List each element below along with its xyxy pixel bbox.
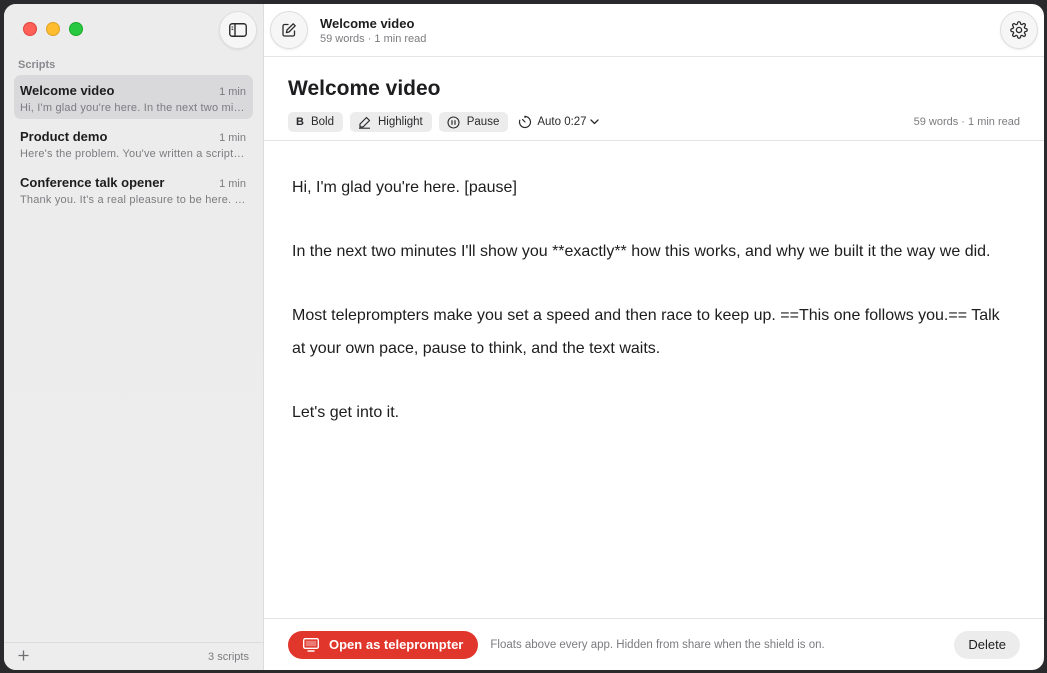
script-duration: 1 min	[219, 132, 246, 144]
format-toolbar: B Bold Highlight Pause Auto 0:27 59 word…	[288, 112, 1020, 132]
bold-icon: B	[296, 116, 304, 128]
sidebar: Scripts Welcome video 1 min Hi, I'm glad…	[4, 4, 264, 670]
highlight-label: Highlight	[377, 116, 423, 128]
script-item-welcome-video[interactable]: Welcome video 1 min Hi, I'm glad you're …	[14, 75, 253, 119]
zoom-window-button[interactable]	[69, 22, 83, 36]
timer-icon	[519, 115, 532, 129]
topbar-subtitle: 59 words · 1 min read	[320, 32, 427, 45]
plus-icon	[18, 650, 29, 660]
window-controls	[23, 22, 83, 36]
close-window-button[interactable]	[23, 22, 37, 36]
footer-bar: Open as teleprompter Floats above every …	[264, 618, 1044, 670]
sidebar-section-label: Scripts	[18, 59, 56, 71]
main-panel: Welcome video 59 words · 1 min read Welc…	[264, 4, 1044, 670]
pause-button[interactable]: Pause	[438, 112, 509, 132]
script-item-product-demo[interactable]: Product demo 1 min Here's the problem. Y…	[14, 121, 253, 165]
compose-icon	[282, 23, 296, 37]
topbar: Welcome video 59 words · 1 min read	[264, 4, 1044, 57]
open-teleprompter-button[interactable]: Open as teleprompter	[288, 630, 479, 659]
sidebar-toggle-button[interactable]	[219, 11, 257, 49]
footer-note: Floats above every app. Hidden from shar…	[490, 638, 825, 651]
script-paragraph: Let's get into it.	[292, 404, 400, 421]
script-preview: Here's the problem. You've written a scr…	[20, 148, 246, 160]
bold-label: Bold	[310, 116, 334, 128]
app-window: Scripts Welcome video 1 min Hi, I'm glad…	[4, 4, 1044, 670]
bold-button[interactable]: B Bold	[288, 112, 343, 132]
script-paragraph: In the next two minutes I'll show you **…	[292, 243, 991, 260]
script-editor[interactable]: Hi, I'm glad you're here. [pause] In the…	[264, 141, 1044, 618]
pause-circle-icon	[447, 115, 460, 129]
settings-button[interactable]	[1000, 11, 1038, 49]
sidebar-toggle-icon	[229, 23, 247, 37]
pause-label: Pause	[466, 116, 500, 128]
script-paragraph: Hi, I'm glad you're here. [pause]	[292, 179, 517, 196]
script-count: 3 scripts	[208, 650, 249, 663]
document-title[interactable]: Welcome video	[288, 77, 1020, 101]
script-preview: Thank you. It's a real pleasure to be he…	[20, 194, 246, 206]
document-header: Welcome video B Bold Highlight Pause Aut…	[264, 57, 1044, 141]
script-title: Product demo	[20, 129, 108, 144]
chevron-down-icon	[589, 119, 599, 125]
sidebar-footer: 3 scripts	[4, 642, 263, 670]
add-script-button[interactable]	[18, 649, 29, 665]
delete-button[interactable]: Delete	[954, 630, 1020, 659]
script-paragraph: Most teleprompters make you set a speed …	[292, 307, 1000, 357]
script-item-conference-talk-opener[interactable]: Conference talk opener 1 min Thank you. …	[14, 167, 253, 211]
auto-pace-label: Auto 0:27	[537, 116, 587, 128]
highlight-button[interactable]: Highlight	[349, 112, 432, 132]
script-list: Welcome video 1 min Hi, I'm glad you're …	[4, 73, 263, 642]
script-preview: Hi, I'm glad you're here. In the next tw…	[20, 102, 246, 114]
script-duration: 1 min	[219, 86, 246, 98]
document-stats: 59 words · 1 min read	[913, 116, 1020, 128]
auto-pace-dropdown[interactable]: Auto 0:27	[518, 115, 603, 129]
open-teleprompter-label: Open as teleprompter	[329, 637, 464, 652]
script-duration: 1 min	[219, 178, 246, 190]
highlighter-icon	[358, 116, 371, 129]
topbar-titles: Welcome video 59 words · 1 min read	[320, 16, 426, 45]
script-title: Welcome video	[20, 83, 115, 98]
new-script-button[interactable]	[270, 11, 308, 49]
script-title: Conference talk opener	[20, 175, 165, 190]
monitor-icon	[303, 637, 319, 652]
topbar-title: Welcome video	[320, 15, 415, 31]
minimize-window-button[interactable]	[46, 22, 60, 36]
gear-icon	[1010, 21, 1028, 39]
